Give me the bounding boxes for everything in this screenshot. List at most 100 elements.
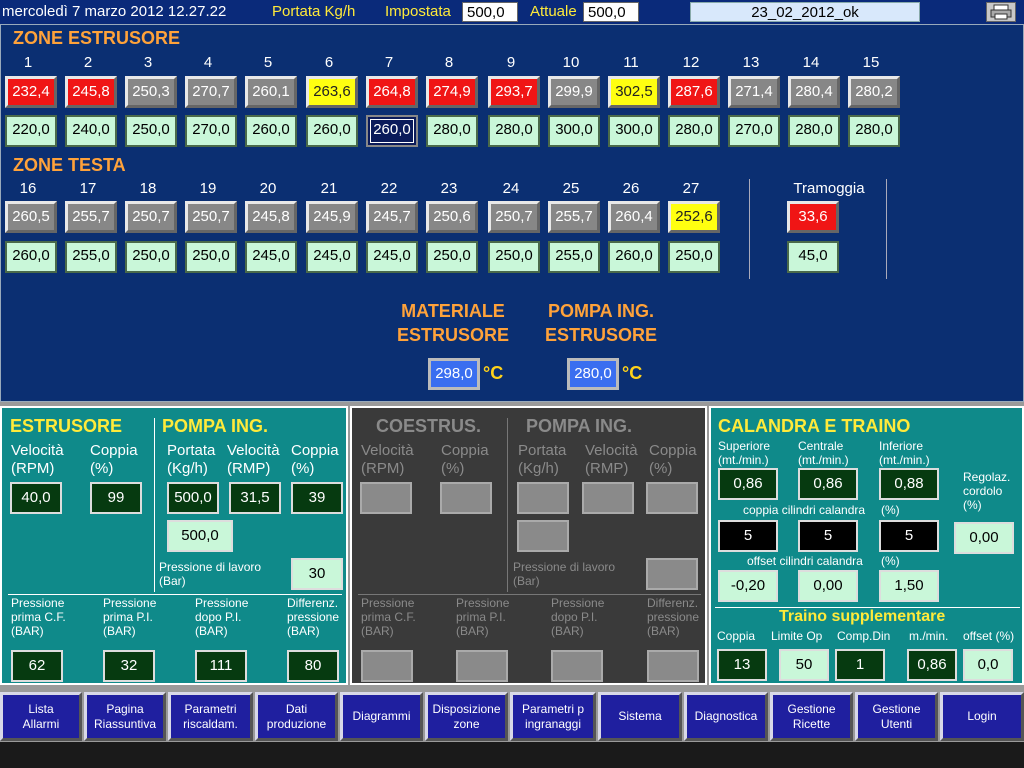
recipe-name[interactable]: 23_02_2012_ok bbox=[690, 2, 920, 22]
coestrus-pressione-label: Pressione prima C.F. (BAR) bbox=[361, 596, 416, 638]
coestrus-title: COESTRUS. bbox=[376, 416, 482, 436]
estrusore-coppia-value: 99 bbox=[90, 482, 142, 514]
traino-offset-value[interactable]: 0,0 bbox=[963, 649, 1013, 681]
zone-setpoint[interactable]: 250,0 bbox=[668, 241, 720, 273]
zone-number: 27 bbox=[682, 180, 700, 197]
pompa-velocita-label: Velocità (RMP) bbox=[227, 442, 280, 477]
zone-setpoint[interactable]: 270,0 bbox=[728, 115, 780, 147]
zone-number: 6 bbox=[324, 54, 334, 71]
nav-button[interactable]: Gestione Ricette bbox=[770, 692, 853, 741]
zone-actual-temp: 260,1 bbox=[245, 76, 297, 108]
zone-number: 17 bbox=[79, 180, 97, 197]
zone-setpoint[interactable]: 280,0 bbox=[488, 115, 540, 147]
zone-setpoint[interactable]: 250,0 bbox=[185, 241, 237, 273]
regolaz-value[interactable]: 0,00 bbox=[954, 522, 1014, 554]
zone-setpoint[interactable]: 245,0 bbox=[366, 241, 418, 273]
zone-setpoint[interactable]: 280,0 bbox=[788, 115, 840, 147]
zone-actual-temp: 280,2 bbox=[848, 76, 900, 108]
nav-button[interactable]: Diagnostica bbox=[684, 692, 768, 741]
zone-setpoint[interactable]: 260,0 bbox=[608, 241, 660, 273]
zones-panel: ZONE ESTRUSORE 1 232,4 220,0 2 245,8 240,0 3 25… bbox=[0, 24, 1024, 402]
zone-number: 19 bbox=[199, 180, 217, 197]
tramoggia-setpoint[interactable]: 45,0 bbox=[787, 241, 839, 273]
coestrus-panel: COESTRUS. POMPA ING. Velocità (RPM) Coppi… bbox=[350, 406, 707, 685]
zone-number: 24 bbox=[502, 180, 520, 197]
zone-setpoint[interactable]: 220,0 bbox=[5, 115, 57, 147]
impostata-value[interactable]: 500,0 bbox=[462, 2, 518, 22]
pressione-value: 32 bbox=[103, 650, 155, 682]
traino-limite-value[interactable]: 50 bbox=[779, 649, 829, 681]
zone-setpoint[interactable]: 255,0 bbox=[65, 241, 117, 273]
inferiore-label: Inferiore (mt./min.) bbox=[879, 439, 930, 467]
coestrus-pressione-lavoro-label: Pressione di lavoro (Bar) bbox=[513, 560, 616, 588]
estrusore-title: ESTRUSORE bbox=[10, 416, 123, 436]
zone-number: 16 bbox=[19, 180, 37, 197]
coestrus-pressione-value bbox=[456, 650, 508, 682]
nav-button[interactable]: Parametri riscaldam. bbox=[168, 692, 253, 741]
offset-cilindri-3[interactable]: 1,50 bbox=[879, 570, 939, 602]
zone-setpoint[interactable]: 260,0 bbox=[366, 115, 418, 147]
nav-button[interactable]: Sistema bbox=[598, 692, 682, 741]
zone-setpoint[interactable]: 245,0 bbox=[245, 241, 297, 273]
divider bbox=[358, 594, 701, 595]
zone-setpoint[interactable]: 250,0 bbox=[488, 241, 540, 273]
zone-setpoint[interactable]: 250,0 bbox=[125, 115, 177, 147]
pompa-title: POMPA ING. bbox=[162, 416, 269, 436]
inferiore-value: 0,88 bbox=[879, 468, 939, 500]
nav-button[interactable]: Pagina Riassuntiva bbox=[84, 692, 166, 741]
coppia-cilindri-unit: (%) bbox=[881, 503, 900, 517]
zone-setpoint[interactable]: 240,0 bbox=[65, 115, 117, 147]
zone-setpoint[interactable]: 255,0 bbox=[548, 241, 600, 273]
traino-title: Traino supplementare bbox=[779, 608, 946, 625]
zone-setpoint[interactable]: 270,0 bbox=[185, 115, 237, 147]
pressione-label: Pressione prima P.I. (BAR) bbox=[103, 596, 157, 638]
coestrus-pompa-title: POMPA ING. bbox=[526, 416, 633, 436]
pressione-label: Pressione prima C.F. (BAR) bbox=[11, 596, 66, 638]
nav-button[interactable]: Login bbox=[940, 692, 1024, 741]
pompa-portata-setpoint[interactable]: 500,0 bbox=[167, 520, 233, 552]
zone-actual-temp: 274,9 bbox=[426, 76, 478, 108]
pompa-coppia-label: Coppia (%) bbox=[291, 442, 339, 477]
zone-setpoint[interactable]: 260,0 bbox=[245, 115, 297, 147]
pressione-value: 111 bbox=[195, 650, 247, 682]
nav-button[interactable]: Disposizione zone bbox=[425, 692, 508, 741]
tramoggia-label: Tramoggia bbox=[793, 180, 865, 197]
zone-number: 5 bbox=[263, 54, 273, 71]
zone-actual-temp: 250,3 bbox=[125, 76, 177, 108]
offset-cilindri-1[interactable]: -0,20 bbox=[718, 570, 778, 602]
materiale-value: 298,0 bbox=[428, 358, 480, 390]
zone-setpoint[interactable]: 245,0 bbox=[306, 241, 358, 273]
coestrus-pressione-value bbox=[647, 650, 699, 682]
datetime: mercoledì 7 marzo 2012 12.27.22 bbox=[2, 3, 227, 20]
zone-setpoint[interactable]: 300,0 bbox=[548, 115, 600, 147]
pressione-lavoro-value[interactable]: 30 bbox=[291, 558, 343, 590]
zone-number: 14 bbox=[802, 54, 820, 71]
nav-button[interactable]: Lista Allarmi bbox=[0, 692, 82, 741]
offset-cilindri-unit: (%) bbox=[881, 554, 900, 568]
zone-actual-temp: 245,8 bbox=[245, 201, 297, 233]
coestrus-coppia-label: Coppia (%) bbox=[441, 442, 489, 477]
coppia-cilindri-3: 5 bbox=[879, 520, 939, 552]
zone-setpoint[interactable]: 280,0 bbox=[668, 115, 720, 147]
impostata-label: Impostata bbox=[385, 3, 451, 20]
nav-button[interactable]: Parametri p ingranaggi bbox=[510, 692, 596, 741]
zone-actual-temp: 299,9 bbox=[548, 76, 600, 108]
zone-number: 23 bbox=[440, 180, 458, 197]
zone-setpoint[interactable]: 280,0 bbox=[426, 115, 478, 147]
printer-icon[interactable] bbox=[986, 2, 1016, 22]
zone-setpoint[interactable]: 260,0 bbox=[5, 241, 57, 273]
zone-setpoint[interactable]: 300,0 bbox=[608, 115, 660, 147]
estrusore-panel: ESTRUSORE POMPA ING. Velocità (RPM) Coppi… bbox=[0, 406, 348, 685]
traino-mmin-value: 0,86 bbox=[907, 649, 957, 681]
zone-number: 20 bbox=[259, 180, 277, 197]
zone-setpoint[interactable]: 250,0 bbox=[426, 241, 478, 273]
zone-setpoint[interactable]: 280,0 bbox=[848, 115, 900, 147]
zone-setpoint[interactable]: 260,0 bbox=[306, 115, 358, 147]
nav-button[interactable]: Gestione Utenti bbox=[855, 692, 938, 741]
zone-actual-temp: 255,7 bbox=[548, 201, 600, 233]
zone-number: 15 bbox=[862, 54, 880, 71]
zone-setpoint[interactable]: 250,0 bbox=[125, 241, 177, 273]
nav-button[interactable]: Diagrammi bbox=[340, 692, 423, 741]
nav-button[interactable]: Dati produzione bbox=[255, 692, 338, 741]
offset-cilindri-2[interactable]: 0,00 bbox=[798, 570, 858, 602]
